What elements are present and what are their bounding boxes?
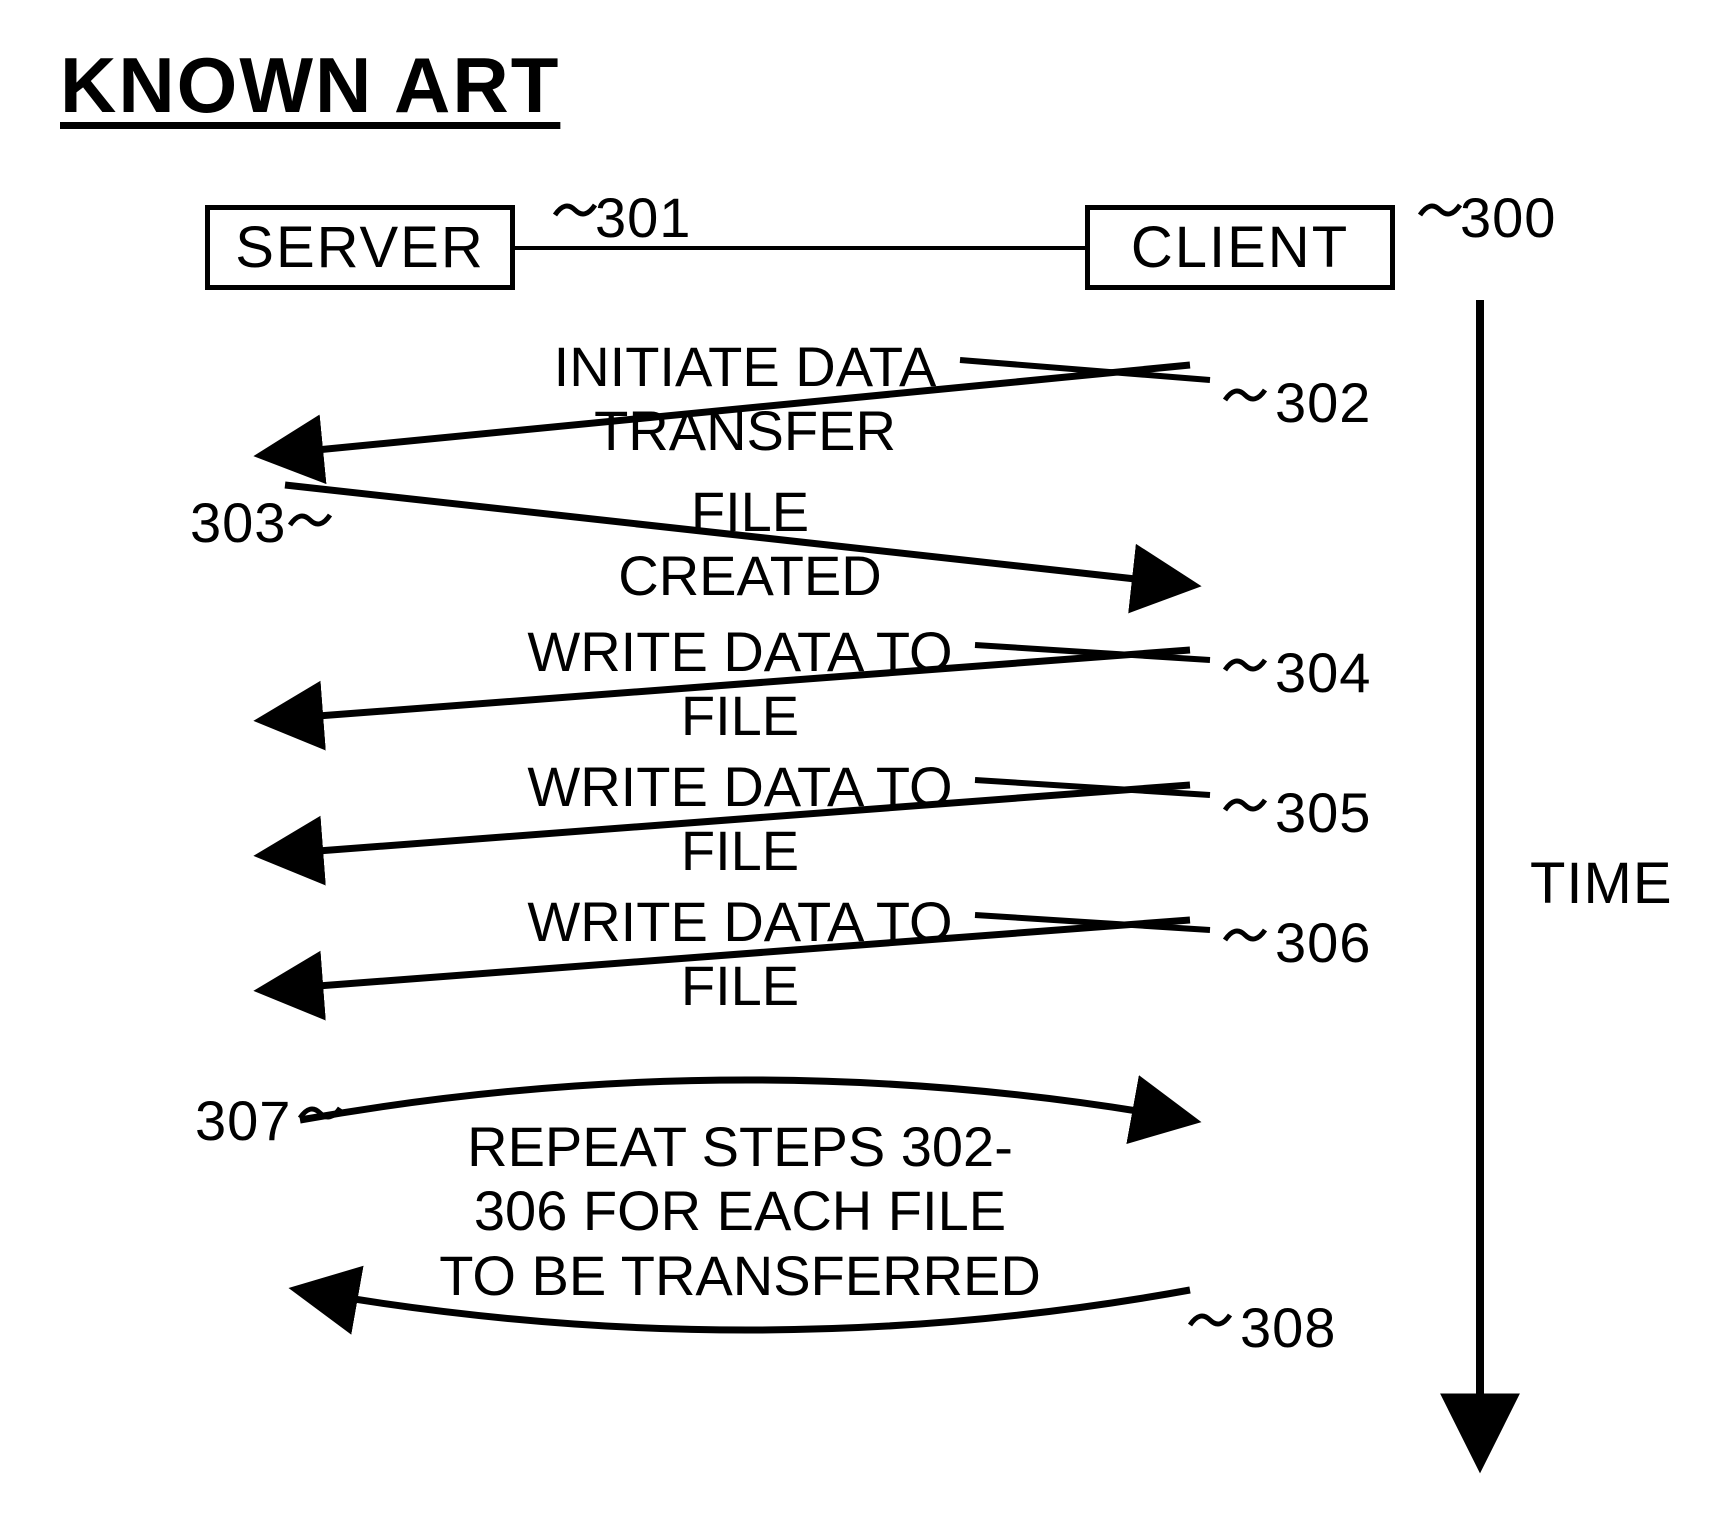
ref-302: 302 [1275, 370, 1371, 435]
tilde-306 [1225, 930, 1265, 940]
tilde-303 [290, 515, 330, 525]
msg-302-label: INITIATE DATA TRANSFER [530, 335, 960, 464]
msg-repeat-label: REPEAT STEPS 302- 306 FOR EACH FILE TO B… [400, 1115, 1080, 1308]
time-axis-label: TIME [1530, 850, 1673, 917]
leader-302 [960, 360, 1210, 380]
tilde-305 [1225, 800, 1265, 810]
msg-303-label: FILE CREATED [570, 480, 930, 609]
client-label: CLIENT [1131, 214, 1349, 281]
tilde-304 [1225, 660, 1265, 670]
msg-305-label: WRITE DATA TO FILE [500, 755, 980, 884]
server-label: SERVER [235, 214, 484, 281]
ref-300: 300 [1460, 185, 1556, 250]
msg-306-label: WRITE DATA TO FILE [500, 890, 980, 1019]
ref-308: 308 [1240, 1295, 1336, 1360]
leader-306 [975, 915, 1210, 930]
ref-305: 305 [1275, 780, 1371, 845]
arrow-307-top [300, 1080, 1190, 1120]
leader-304 [975, 645, 1210, 660]
server-box: SERVER [205, 205, 515, 290]
diagram-heading: KNOWN ART [60, 40, 560, 131]
ref-304: 304 [1275, 640, 1371, 705]
leader-305 [975, 780, 1210, 795]
tilde-308 [1190, 1315, 1230, 1325]
ref-306: 306 [1275, 910, 1371, 975]
diagram-canvas: KNOWN ART SERVER CLIENT 301 300 302 303 … [0, 0, 1736, 1517]
tilde-302 [1225, 390, 1265, 400]
tilde-307 [300, 1108, 340, 1118]
tilde-300 [1420, 205, 1460, 215]
ref-307: 307 [195, 1088, 291, 1153]
tilde-301 [555, 205, 595, 215]
client-box: CLIENT [1085, 205, 1395, 290]
ref-303: 303 [190, 490, 286, 555]
msg-304-label: WRITE DATA TO FILE [500, 620, 980, 749]
ref-301: 301 [595, 185, 691, 250]
